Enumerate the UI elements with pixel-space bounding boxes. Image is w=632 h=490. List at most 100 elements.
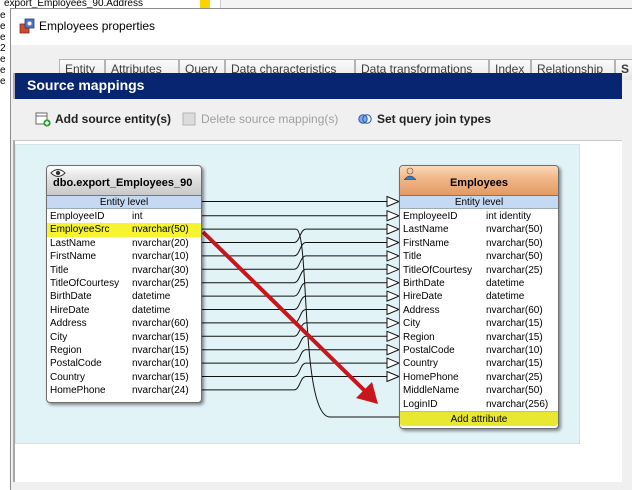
source-attribute-name: City bbox=[50, 331, 68, 343]
target-attribute-row[interactable]: PostalCode nvarchar(10) bbox=[400, 344, 558, 357]
target-attribute-name: City bbox=[403, 318, 421, 330]
target-entity-title: Employees bbox=[449, 177, 509, 189]
source-attribute-row[interactable]: Region nvarchar(15) bbox=[47, 344, 201, 357]
source-attribute-name: BirthDate bbox=[50, 291, 92, 303]
source-entity-header[interactable]: dbo.export_Employees_90 bbox=[47, 166, 201, 196]
source-attribute-name: Address bbox=[50, 318, 87, 330]
target-attribute-type: nvarchar(25) bbox=[486, 264, 543, 276]
source-attribute-row[interactable]: BirthDate datetime bbox=[47, 290, 201, 303]
target-attribute-name: TitleOfCourtesy bbox=[403, 264, 473, 276]
source-attribute-name: EmployeeID bbox=[50, 211, 105, 222]
target-entity-header[interactable]: Employees bbox=[400, 166, 558, 196]
source-attribute-type: nvarchar(15) bbox=[132, 371, 189, 383]
target-attribute-row[interactable]: City nvarchar(15) bbox=[400, 317, 558, 330]
source-attribute-row[interactable]: EmployeeSrc nvarchar(50) bbox=[47, 223, 201, 237]
mapping-arrowhead bbox=[386, 330, 401, 343]
target-attribute-row[interactable]: FirstName nvarchar(50) bbox=[400, 237, 558, 250]
source-attribute-name: Country bbox=[50, 371, 86, 383]
mapping-arrowhead bbox=[386, 263, 401, 276]
target-attribute-row[interactable]: Title nvarchar(50) bbox=[400, 250, 558, 263]
source-attribute-type: nvarchar(24) bbox=[132, 385, 189, 397]
target-attribute-row[interactable]: HomePhone nvarchar(25) bbox=[400, 371, 558, 384]
source-attribute-type: nvarchar(15) bbox=[132, 331, 189, 343]
target-attribute-type: nvarchar(50) bbox=[486, 385, 543, 397]
target-attribute-name: FirstName bbox=[403, 237, 450, 249]
source-attribute-type: nvarchar(10) bbox=[132, 251, 189, 263]
source-attribute-row[interactable]: TitleOfCourtesy nvarchar(25) bbox=[47, 277, 201, 290]
target-attribute-name: LoginID bbox=[403, 398, 438, 410]
mapping-arrowhead bbox=[386, 343, 401, 356]
source-attribute-row[interactable]: PostalCode nvarchar(10) bbox=[47, 357, 201, 370]
target-attribute-name: Region bbox=[403, 331, 435, 343]
target-attribute-name: Title bbox=[403, 251, 422, 263]
mapping-link[interactable] bbox=[202, 282, 387, 297]
source-attribute-name: Region bbox=[50, 345, 82, 356]
target-attribute-row[interactable]: EmployeeID int identity bbox=[400, 210, 558, 223]
mapping-arrowhead bbox=[386, 317, 401, 329]
mapping-arrowhead bbox=[386, 290, 401, 302]
mapping-arrowhead bbox=[386, 303, 401, 316]
source-attribute-name: FirstName bbox=[50, 251, 97, 263]
source-attribute-row[interactable]: HireDate datetime bbox=[47, 304, 201, 317]
source-attribute-name: HireDate bbox=[50, 304, 90, 316]
mapping-arrowhead bbox=[386, 370, 401, 383]
target-attribute-type: datetime bbox=[486, 278, 525, 289]
target-attribute-name: EmployeeID bbox=[403, 211, 458, 222]
target-entity-box[interactable]: Employees Entity level EmployeeID int ide… bbox=[399, 165, 559, 429]
target-attribute-row[interactable]: Country nvarchar(15) bbox=[400, 357, 558, 370]
source-attribute-name: TitleOfCourtesy bbox=[50, 278, 120, 289]
mapping-link[interactable] bbox=[202, 295, 387, 310]
mapping-link[interactable] bbox=[202, 349, 387, 364]
source-attribute-row[interactable]: EmployeeID int bbox=[47, 210, 201, 223]
target-attribute-type: nvarchar(60) bbox=[486, 304, 543, 316]
mapping-link[interactable] bbox=[202, 242, 387, 257]
target-attribute-row[interactable]: HireDate datetime bbox=[400, 290, 558, 303]
target-attribute-row[interactable]: Region nvarchar(15) bbox=[400, 331, 558, 344]
target-attribute-name: MiddleName bbox=[403, 385, 460, 397]
target-entity-level[interactable]: Entity level bbox=[400, 196, 558, 209]
target-attribute-row[interactable]: Address nvarchar(60) bbox=[400, 304, 558, 317]
source-attribute-type: nvarchar(30) bbox=[132, 264, 189, 276]
source-attribute-row[interactable]: FirstName nvarchar(10) bbox=[47, 250, 201, 263]
source-attribute-name: LastName bbox=[50, 237, 96, 249]
target-attribute-type: nvarchar(15) bbox=[486, 318, 543, 330]
target-attribute-row[interactable]: LastName nvarchar(50) bbox=[400, 223, 558, 236]
target-attribute-row[interactable]: LoginID nvarchar(256) bbox=[400, 398, 558, 411]
mapping-link[interactable] bbox=[202, 268, 387, 284]
add-attribute-button[interactable]: Add attribute bbox=[400, 411, 558, 426]
source-attribute-type: nvarchar(20) bbox=[132, 237, 189, 249]
source-attribute-row[interactable]: Title nvarchar(30) bbox=[47, 264, 201, 277]
source-attribute-name: HomePhone bbox=[50, 385, 106, 397]
source-attribute-type: nvarchar(50) bbox=[132, 224, 189, 236]
target-attribute-name: HomePhone bbox=[403, 371, 459, 383]
target-attribute-row[interactable]: BirthDate datetime bbox=[400, 277, 558, 290]
mapping-link[interactable] bbox=[202, 335, 387, 351]
mapping-link[interactable] bbox=[202, 322, 387, 337]
mapping-arrowhead bbox=[386, 357, 401, 369]
target-attribute-row[interactable]: TitleOfCourtesy nvarchar(25) bbox=[400, 264, 558, 277]
mapping-link[interactable] bbox=[202, 228, 387, 243]
source-attribute-row[interactable]: HomePhone nvarchar(24) bbox=[47, 384, 201, 397]
source-attribute-type: datetime bbox=[132, 291, 171, 303]
mapping-arrowhead bbox=[386, 195, 401, 208]
source-attribute-row[interactable]: Country nvarchar(15) bbox=[47, 371, 201, 384]
source-attribute-type: datetime bbox=[132, 304, 171, 316]
source-attribute-row[interactable]: City nvarchar(15) bbox=[47, 331, 201, 344]
source-entity-level[interactable]: Entity level bbox=[47, 196, 201, 209]
source-attribute-row[interactable]: Address nvarchar(60) bbox=[47, 317, 201, 330]
target-attribute-name: LastName bbox=[403, 224, 449, 236]
target-attribute-row[interactable]: MiddleName nvarchar(50) bbox=[400, 384, 558, 397]
source-entity-title: dbo.export_Employees_90 bbox=[53, 177, 193, 189]
source-attribute-type: nvarchar(15) bbox=[132, 345, 189, 356]
target-attribute-type: nvarchar(10) bbox=[486, 345, 543, 356]
source-attribute-name: EmployeeSrc bbox=[50, 224, 110, 236]
target-attribute-type: nvarchar(25) bbox=[486, 371, 543, 383]
mapping-arrowhead bbox=[386, 223, 401, 235]
source-attribute-name: PostalCode bbox=[50, 358, 102, 370]
mapping-link[interactable] bbox=[202, 362, 387, 377]
mapping-arrowhead bbox=[386, 236, 401, 249]
source-attribute-type: nvarchar(60) bbox=[132, 318, 189, 330]
target-attribute-type: nvarchar(50) bbox=[486, 224, 543, 236]
source-entity-box[interactable]: dbo.export_Employees_90 Entity level Emp… bbox=[46, 165, 202, 403]
source-attribute-row[interactable]: LastName nvarchar(20) bbox=[47, 237, 201, 250]
